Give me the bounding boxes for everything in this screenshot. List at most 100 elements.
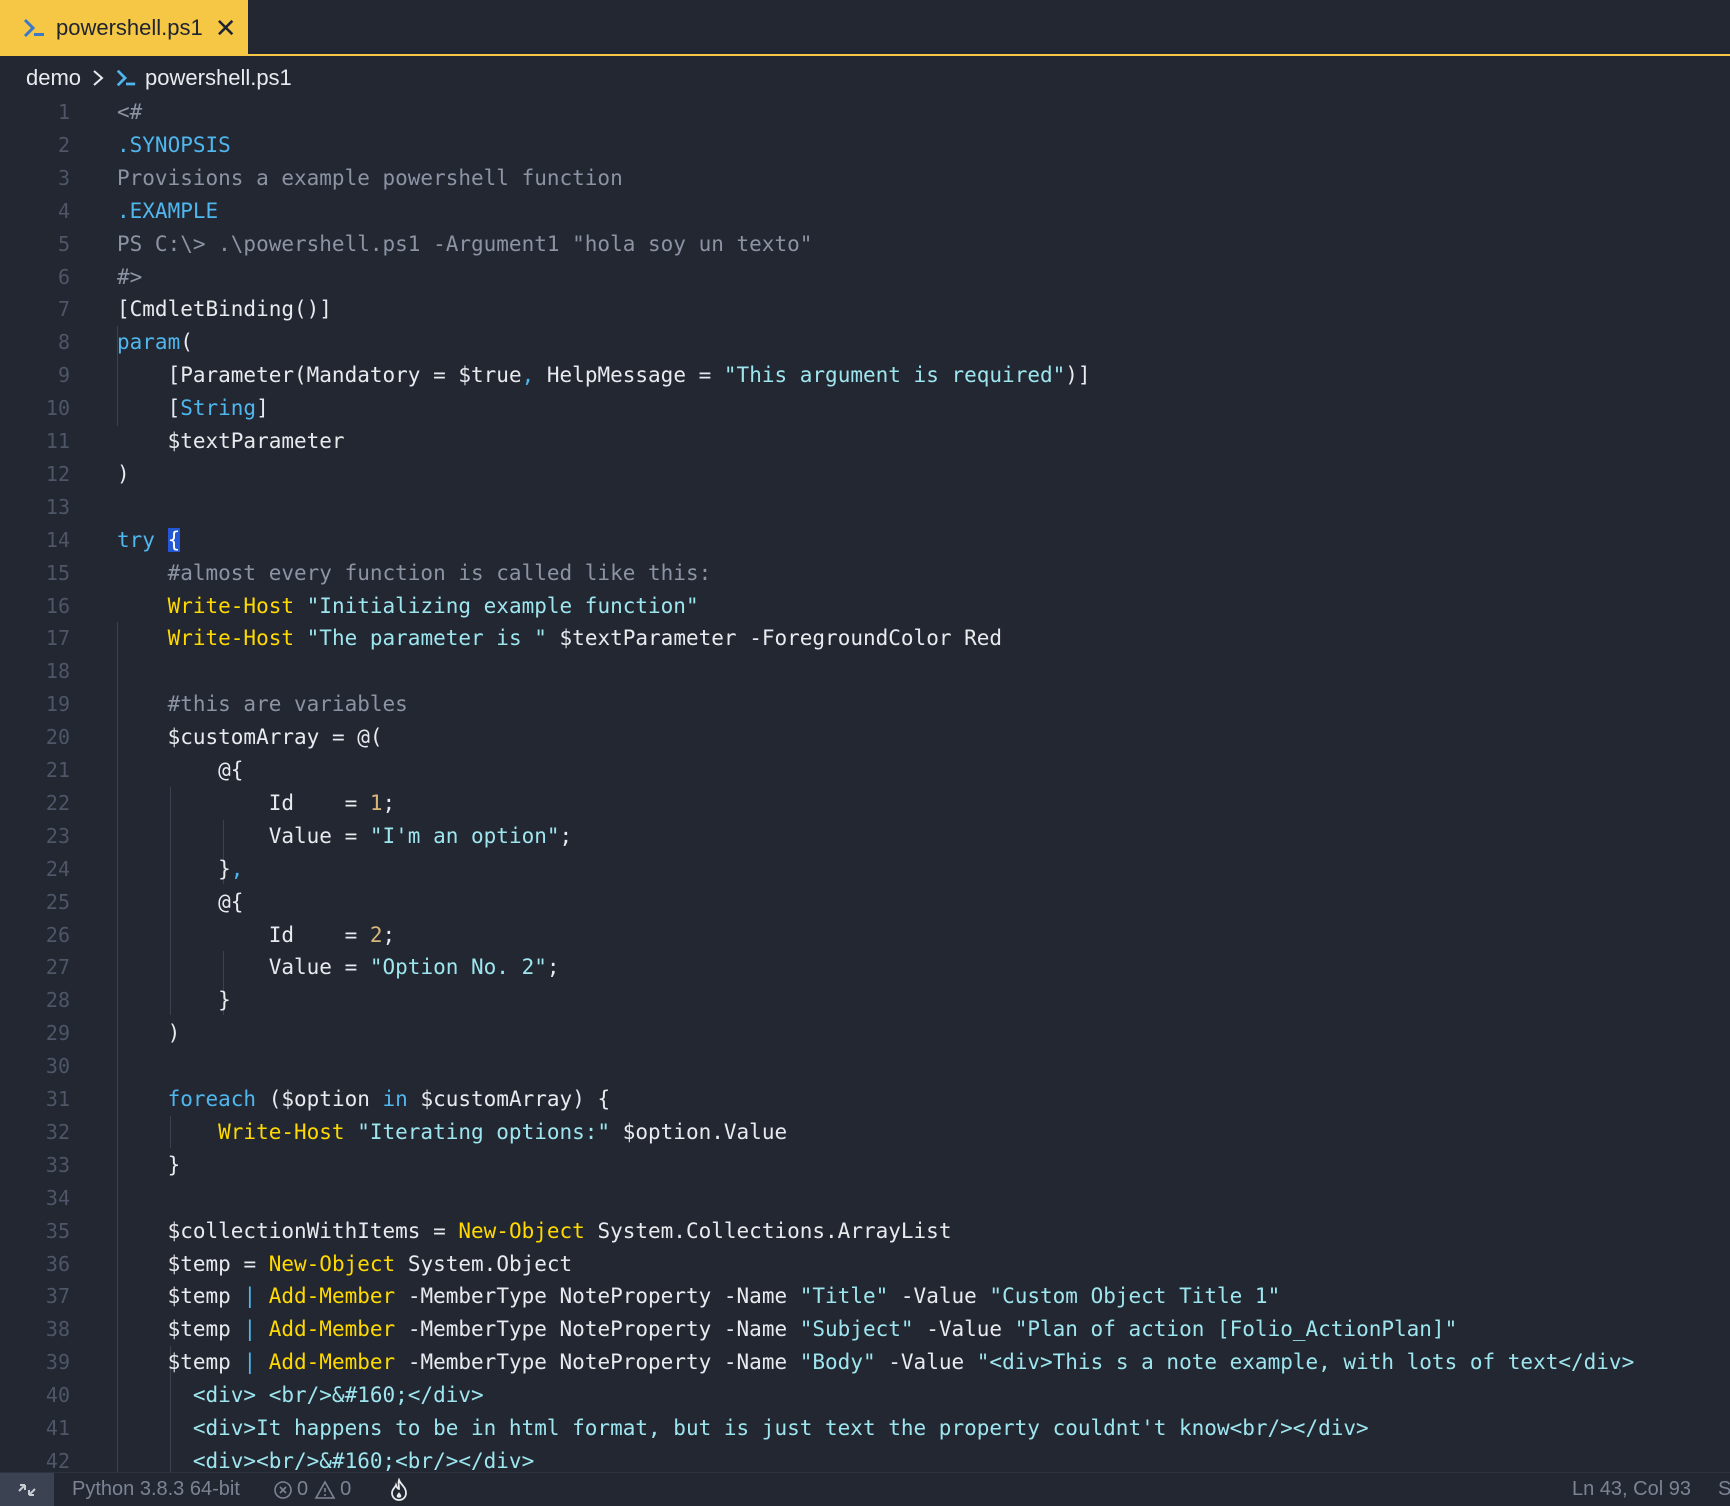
breadcrumb-folder[interactable]: demo — [26, 65, 81, 91]
problems-indicator[interactable]: 0 0 — [273, 1473, 351, 1506]
code-line[interactable]: 24 }, — [0, 853, 1730, 886]
code-line[interactable]: 28 } — [0, 984, 1730, 1017]
code-text: <div><br/>&#160;<br/></div> — [117, 1445, 534, 1472]
code-line[interactable]: 5 PS C:\> .\powershell.ps1 -Argument1 "ho… — [0, 228, 1730, 261]
code-token: "Title" — [799, 1284, 901, 1309]
code-line[interactable]: 9 [Parameter(Mandatory = $true, HelpMess… — [0, 359, 1730, 392]
code-token: Value = — [117, 955, 370, 980]
cursor-bracket: { — [167, 527, 181, 552]
code-line[interactable]: 4 .EXAMPLE — [0, 195, 1730, 228]
chevron-right-icon — [93, 70, 104, 86]
code-text: } — [117, 984, 231, 1017]
code-token: | — [243, 1284, 269, 1309]
tab-powershell[interactable]: powershell.ps1 ✕ — [0, 0, 248, 56]
line-number: 11 — [45, 429, 70, 453]
code-text: Provisions a example powershell function — [117, 162, 623, 195]
code-line[interactable]: 39 $temp | Add-Member -MemberType NotePr… — [0, 1346, 1730, 1379]
close-icon[interactable]: ✕ — [215, 15, 237, 41]
code-line[interactable]: 35 $collectionWithItems = New-Object Sys… — [0, 1215, 1730, 1248]
code-line[interactable]: 34 — [0, 1182, 1730, 1215]
code-line[interactable]: 8 param( — [0, 326, 1730, 359]
cursor-position[interactable]: Ln 43, Col 93 — [1572, 1473, 1691, 1506]
code-token: } — [117, 1152, 181, 1177]
code-line[interactable]: 13 — [0, 491, 1730, 524]
python-interpreter[interactable]: Python 3.8.3 64-bit — [72, 1473, 240, 1506]
line-number: 19 — [45, 692, 70, 717]
code-token: <div>It happens to be in html format, bu… — [117, 1416, 1369, 1440]
code-line[interactable]: 20 $customArray = @( — [0, 721, 1730, 754]
code-line[interactable]: 41 <div>It happens to be in html format,… — [0, 1412, 1730, 1445]
tab-label: powershell.ps1 — [56, 15, 203, 40]
code-token: foreach — [117, 1087, 269, 1111]
line-number: 35 — [45, 1218, 70, 1243]
code-token: $temp — [117, 1284, 244, 1309]
code-token: 1 — [369, 790, 383, 815]
code-text: [CmdletBinding()] — [117, 293, 332, 326]
code-text: <# — [117, 96, 142, 129]
code-token: $textParameter — [559, 626, 750, 651]
code-line[interactable]: 23 Value = "I'm an option"; — [0, 820, 1730, 853]
code-token: | — [243, 1317, 269, 1342]
code-text: foreach ($option in $customArray) { — [117, 1083, 611, 1116]
code-line[interactable]: 29 ) — [0, 1017, 1730, 1050]
code-text: <div>It happens to be in html format, bu… — [117, 1412, 1369, 1445]
code-token: $customArray — [117, 725, 332, 750]
code-line[interactable]: 25 @{ — [0, 886, 1730, 919]
code-token: param — [117, 330, 181, 355]
code-line[interactable]: 16 Write-Host "Initializing example func… — [0, 590, 1730, 623]
status-truncated-item[interactable]: S — [1718, 1473, 1730, 1506]
code-line[interactable]: 22 Id = 1; — [0, 787, 1730, 820]
code-line[interactable]: 17 Write-Host "The parameter is " $textP… — [0, 622, 1730, 655]
code-line[interactable]: 37 $temp | Add-Member -MemberType NotePr… — [0, 1280, 1730, 1313]
code-line[interactable]: 7 [CmdletBinding()] — [0, 293, 1730, 326]
line-number: 33 — [45, 1152, 70, 1177]
code-line[interactable]: 32 Write-Host "Iterating options:" $opti… — [0, 1116, 1730, 1149]
code-line[interactable]: 42 <div><br/>&#160;<br/></div> — [0, 1445, 1730, 1472]
code-line[interactable]: 14 try { — [0, 524, 1730, 557]
code-token: Add-Member — [268, 1317, 408, 1342]
code-line[interactable]: 38 $temp | Add-Member -MemberType NotePr… — [0, 1313, 1730, 1346]
code-token: Write-Host — [117, 593, 307, 618]
code-line[interactable]: 11 $textParameter — [0, 425, 1730, 458]
code-line[interactable]: 30 — [0, 1050, 1730, 1083]
code-line[interactable]: 27 Value = "Option No. 2"; — [0, 951, 1730, 984]
code-line[interactable]: 1 <# — [0, 96, 1730, 129]
code-token: -Value — [926, 1317, 1015, 1342]
code-line[interactable]: 31 foreach ($option in $customArray) { — [0, 1083, 1730, 1116]
code-token: New-Object — [458, 1218, 598, 1243]
code-line[interactable]: 40 <div> <br/>&#160;</div> — [0, 1379, 1730, 1412]
code-line[interactable]: 21 @{ — [0, 754, 1730, 787]
line-number: 16 — [45, 593, 70, 618]
code-line[interactable]: 12) — [0, 458, 1730, 491]
code-line[interactable]: 18 — [0, 655, 1730, 688]
code-line[interactable]: 2 .SYNOPSIS — [0, 129, 1730, 162]
remote-button[interactable] — [0, 1473, 54, 1506]
code-token: $temp — [117, 1350, 244, 1375]
code-text: param( — [117, 326, 193, 359]
code-line[interactable]: 6 #> — [0, 261, 1730, 294]
code-line[interactable]: 10 [String] — [0, 392, 1730, 425]
code-line[interactable]: 26 Id = 2; — [0, 919, 1730, 952]
code-editor[interactable]: 1 <# 2 .SYNOPSIS 3 Provisions a example power… — [0, 96, 1730, 1472]
code-token: #this are variables — [117, 692, 408, 717]
code-token: ) { — [572, 1087, 611, 1111]
code-line[interactable]: 33 } — [0, 1149, 1730, 1182]
code-line[interactable]: 36 $temp = New-Object System.Object — [0, 1248, 1730, 1281]
code-token: "Option No. 2" — [369, 955, 547, 980]
code-token: -MemberType NoteProperty -Name — [407, 1350, 800, 1375]
code-text: [Parameter(Mandatory = $true, HelpMessag… — [117, 359, 1091, 392]
code-token: "<div>This s a note example, with lots o… — [976, 1350, 1635, 1375]
code-token: "I'm an option" — [369, 823, 560, 848]
code-token: #> — [117, 264, 143, 289]
code-line[interactable]: 19 #this are variables — [0, 688, 1730, 721]
breadcrumb-file[interactable]: powershell.ps1 — [145, 65, 292, 91]
tab-bar: powershell.ps1 ✕ — [0, 0, 1730, 56]
line-number: 15 — [45, 560, 70, 585]
flame-button[interactable] — [388, 1473, 414, 1506]
line-number: 28 — [45, 988, 70, 1013]
code-line[interactable]: 3 Provisions a example powershell functio… — [0, 162, 1730, 195]
code-token: New-Object — [268, 1251, 408, 1276]
code-token: in — [382, 1087, 421, 1111]
code-token: } — [117, 988, 231, 1013]
code-line[interactable]: 15 #almost every function is called like… — [0, 557, 1730, 590]
